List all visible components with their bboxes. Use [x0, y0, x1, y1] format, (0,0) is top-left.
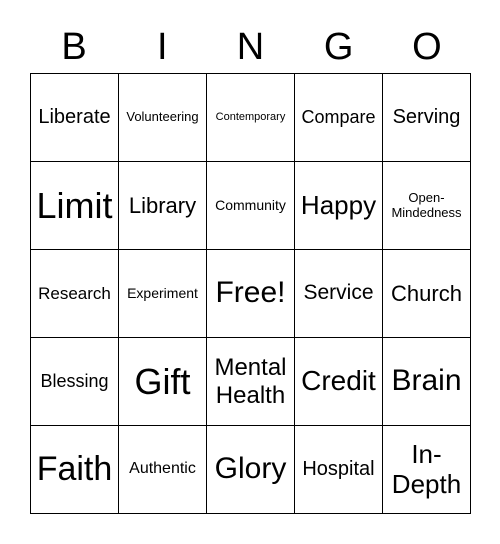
cell-label: Volunteering: [126, 109, 199, 125]
cell-label: Experiment: [127, 285, 198, 302]
cell-label: Blessing: [40, 371, 109, 392]
cell-label: Hospital: [302, 458, 375, 480]
header-letter-n: N: [236, 26, 265, 68]
cell-label: Limit: [36, 184, 113, 226]
cell-label: Glory: [214, 452, 287, 486]
bingo-cell[interactable]: Church: [383, 250, 471, 338]
cell-label: Contemporary: [215, 111, 286, 124]
bingo-cell[interactable]: Blessing: [31, 338, 119, 426]
header-letter-o: O: [412, 26, 442, 68]
cell-label: Mental Health: [214, 353, 287, 409]
bingo-cell[interactable]: Open- Mindedness: [383, 162, 471, 250]
bingo-cell[interactable]: Limit: [31, 162, 119, 250]
bingo-cell[interactable]: Research: [31, 250, 119, 338]
cell-label: Open- Mindedness: [391, 189, 462, 220]
cell-label: Service: [303, 281, 374, 305]
cell-label: Liberate: [38, 106, 111, 128]
cell-label: Compare: [301, 107, 376, 128]
bingo-cell[interactable]: Mental Health: [207, 338, 295, 426]
bingo-cell[interactable]: Faith: [31, 426, 119, 514]
cell-label: In- Depth: [391, 438, 462, 499]
cell-label: Authentic: [129, 460, 196, 478]
bingo-cell[interactable]: Happy: [295, 162, 383, 250]
bingo-cell[interactable]: Liberate: [31, 74, 119, 162]
bingo-header: B I N G O: [30, 22, 471, 72]
cell-label: Free!: [215, 276, 286, 310]
cell-label: Community: [215, 197, 286, 214]
bingo-cell[interactable]: Glory: [207, 426, 295, 514]
cell-label: Faith: [36, 449, 113, 488]
bingo-cell[interactable]: In- Depth: [383, 426, 471, 514]
bingo-cell[interactable]: Service: [295, 250, 383, 338]
bingo-cell[interactable]: Library: [119, 162, 207, 250]
cell-label: Serving: [392, 106, 461, 128]
bingo-cell[interactable]: Community: [207, 162, 295, 250]
bingo-cell[interactable]: Serving: [383, 74, 471, 162]
bingo-cell[interactable]: Compare: [295, 74, 383, 162]
bingo-cell[interactable]: Contemporary: [207, 74, 295, 162]
bingo-cell[interactable]: Authentic: [119, 426, 207, 514]
bingo-cell[interactable]: Free!: [207, 250, 295, 338]
header-letter-i: I: [157, 26, 168, 68]
cell-label: Brain: [391, 364, 462, 398]
header-letter-b: B: [61, 26, 87, 68]
cell-label: Research: [38, 283, 111, 303]
bingo-cell[interactable]: Brain: [383, 338, 471, 426]
header-letter-g: G: [323, 26, 354, 68]
cell-label: Church: [391, 280, 462, 306]
bingo-cell[interactable]: Volunteering: [119, 74, 207, 162]
cell-label: Library: [128, 192, 197, 218]
bingo-grid: Liberate Volunteering Contemporary Compare S…: [30, 73, 471, 514]
cell-label: Gift: [134, 360, 191, 402]
bingo-cell[interactable]: Hospital: [295, 426, 383, 514]
cell-label: Credit: [301, 365, 376, 397]
cell-label: Happy: [300, 189, 377, 220]
bingo-cell[interactable]: Credit: [295, 338, 383, 426]
bingo-cell[interactable]: Gift: [119, 338, 207, 426]
bingo-cell[interactable]: Experiment: [119, 250, 207, 338]
